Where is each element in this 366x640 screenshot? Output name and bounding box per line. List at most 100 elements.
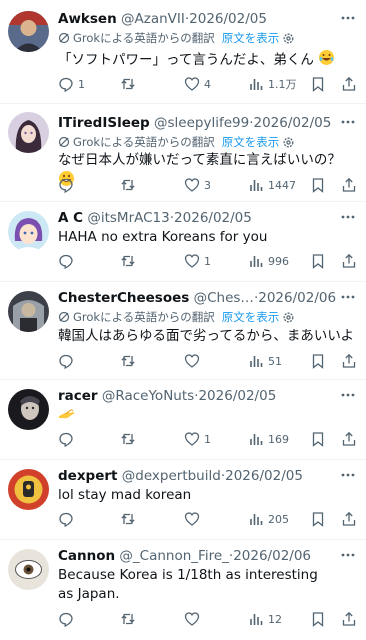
share-button[interactable] bbox=[341, 430, 357, 448]
reply-button[interactable] bbox=[58, 430, 78, 448]
display-name[interactable]: Cannon bbox=[58, 548, 115, 564]
like-button[interactable]: 3 bbox=[184, 176, 211, 194]
user-handle[interactable]: @RaceYoNuts bbox=[102, 388, 194, 404]
post-date[interactable]: 2026/02/05 bbox=[225, 468, 303, 484]
user-handle[interactable]: @itsMrAC13 bbox=[87, 210, 169, 226]
grok-icon bbox=[58, 32, 70, 44]
like-button[interactable]: 1 bbox=[184, 252, 211, 270]
more-options-icon[interactable] bbox=[340, 387, 356, 403]
user-handle[interactable]: @sleepylife99 bbox=[154, 115, 249, 131]
more-options-icon[interactable] bbox=[340, 10, 356, 26]
avatar[interactable] bbox=[8, 291, 49, 332]
post-date[interactable]: 2026/02/05 bbox=[198, 388, 276, 404]
post-chestercheesoes[interactable]: ChesterCheesoes @Ches…·2026/02/06 Grokによ… bbox=[0, 282, 366, 380]
more-options-icon[interactable] bbox=[340, 547, 356, 563]
post-date[interactable]: 2026/02/05 bbox=[253, 115, 331, 131]
post-date[interactable]: 2026/02/05 bbox=[189, 11, 267, 27]
avatar[interactable] bbox=[8, 11, 49, 52]
display-name[interactable]: ITiredISleep bbox=[58, 115, 150, 131]
repost-icon bbox=[121, 613, 135, 625]
more-options-icon[interactable] bbox=[340, 289, 356, 305]
show-original-link[interactable]: 原文を表示 bbox=[222, 30, 280, 46]
repost-button[interactable] bbox=[120, 352, 140, 370]
bookmark-button[interactable] bbox=[310, 75, 326, 93]
avatar[interactable] bbox=[8, 549, 49, 590]
post-date[interactable]: 2026/02/06 bbox=[258, 290, 336, 306]
post-date[interactable]: 2026/02/06 bbox=[233, 548, 311, 564]
display-name[interactable]: ChesterCheesoes bbox=[58, 290, 189, 306]
bookmark-icon bbox=[312, 254, 324, 269]
show-original-link[interactable]: 原文を表示 bbox=[222, 309, 280, 325]
bookmark-button[interactable] bbox=[310, 510, 326, 528]
user-handle[interactable]: @_Cannon_Fire_ bbox=[119, 548, 228, 564]
share-icon bbox=[342, 253, 356, 268]
more-options-icon[interactable] bbox=[340, 467, 356, 483]
reply-button[interactable]: 1 bbox=[58, 75, 85, 93]
like-count: 4 bbox=[204, 77, 211, 91]
share-button[interactable] bbox=[341, 610, 357, 628]
repost-button[interactable] bbox=[120, 176, 140, 194]
bookmark-button[interactable] bbox=[310, 252, 326, 270]
show-original-link[interactable]: 原文を表示 bbox=[222, 134, 280, 150]
views-button[interactable]: 1447 bbox=[248, 176, 296, 194]
avatar[interactable] bbox=[8, 389, 49, 430]
repost-button[interactable] bbox=[120, 75, 140, 93]
share-button[interactable] bbox=[341, 510, 357, 528]
like-button[interactable] bbox=[184, 510, 204, 528]
gear-icon[interactable] bbox=[282, 311, 295, 324]
more-options-icon[interactable] bbox=[340, 114, 356, 130]
repost-icon bbox=[121, 179, 135, 191]
bookmark-button[interactable] bbox=[310, 176, 326, 194]
gear-icon[interactable] bbox=[282, 32, 295, 45]
repost-button[interactable] bbox=[120, 510, 140, 528]
post-cannon[interactable]: Cannon @_Cannon_Fire_·2026/02/06 Because… bbox=[0, 540, 366, 640]
avatar[interactable] bbox=[8, 469, 49, 510]
avatar[interactable] bbox=[8, 112, 49, 153]
repost-button[interactable] bbox=[120, 610, 140, 628]
user-handle[interactable]: @AzanVII bbox=[121, 11, 185, 27]
gear-icon[interactable] bbox=[282, 136, 295, 149]
share-button[interactable] bbox=[341, 352, 357, 370]
repost-button[interactable] bbox=[120, 430, 140, 448]
like-button[interactable]: 1 bbox=[184, 430, 211, 448]
display-name[interactable]: Awksen bbox=[58, 11, 117, 27]
avatar[interactable] bbox=[8, 211, 49, 252]
translation-label: Grokによる英語からの翻訳 bbox=[73, 310, 215, 324]
repost-button[interactable] bbox=[120, 252, 140, 270]
post-date[interactable]: 2026/02/05 bbox=[174, 210, 252, 226]
reply-button[interactable] bbox=[58, 610, 78, 628]
post-itiredisleep[interactable]: ITiredISleep @sleepylife99·2026/02/05 Gr… bbox=[0, 104, 366, 202]
display-name[interactable]: A C bbox=[58, 210, 83, 226]
user-handle[interactable]: @Ches… bbox=[194, 290, 254, 306]
views-button[interactable]: 996 bbox=[248, 252, 289, 270]
post-dexpert[interactable]: dexpert @dexpertbuild·2026/02/05 lol sta… bbox=[0, 460, 366, 540]
share-icon bbox=[342, 511, 356, 526]
reply-button[interactable] bbox=[58, 252, 78, 270]
bookmark-button[interactable] bbox=[310, 352, 326, 370]
bookmark-button[interactable] bbox=[310, 430, 326, 448]
more-options-icon[interactable] bbox=[340, 209, 356, 225]
display-name[interactable]: racer bbox=[58, 388, 98, 404]
view-count: 51 bbox=[268, 354, 282, 368]
reply-button[interactable] bbox=[58, 176, 78, 194]
like-button[interactable]: 4 bbox=[184, 75, 211, 93]
post-racer[interactable]: racer @RaceYoNuts·2026/02/05 1 169 bbox=[0, 380, 366, 460]
display-name[interactable]: dexpert bbox=[58, 468, 117, 484]
like-button[interactable] bbox=[184, 352, 204, 370]
share-button[interactable] bbox=[341, 176, 357, 194]
share-button[interactable] bbox=[341, 252, 357, 270]
bookmark-button[interactable] bbox=[310, 610, 326, 628]
reply-button[interactable] bbox=[58, 510, 78, 528]
views-button[interactable]: 12 bbox=[248, 610, 282, 628]
views-button[interactable]: 1.1万 bbox=[248, 75, 297, 93]
post-header: Cannon @_Cannon_Fire_·2026/02/06 bbox=[58, 547, 336, 565]
views-button[interactable]: 205 bbox=[248, 510, 289, 528]
user-handle[interactable]: @dexpertbuild bbox=[122, 468, 221, 484]
like-button[interactable] bbox=[184, 610, 204, 628]
views-button[interactable]: 169 bbox=[248, 430, 289, 448]
post-a-c[interactable]: A C @itsMrAC13·2026/02/05 HAHA no extra … bbox=[0, 202, 366, 282]
reply-button[interactable] bbox=[58, 352, 78, 370]
post-awksen[interactable]: Awksen @AzanVII·2026/02/05 Grokによる英語からの翻… bbox=[0, 0, 366, 104]
views-button[interactable]: 51 bbox=[248, 352, 282, 370]
share-button[interactable] bbox=[341, 75, 357, 93]
